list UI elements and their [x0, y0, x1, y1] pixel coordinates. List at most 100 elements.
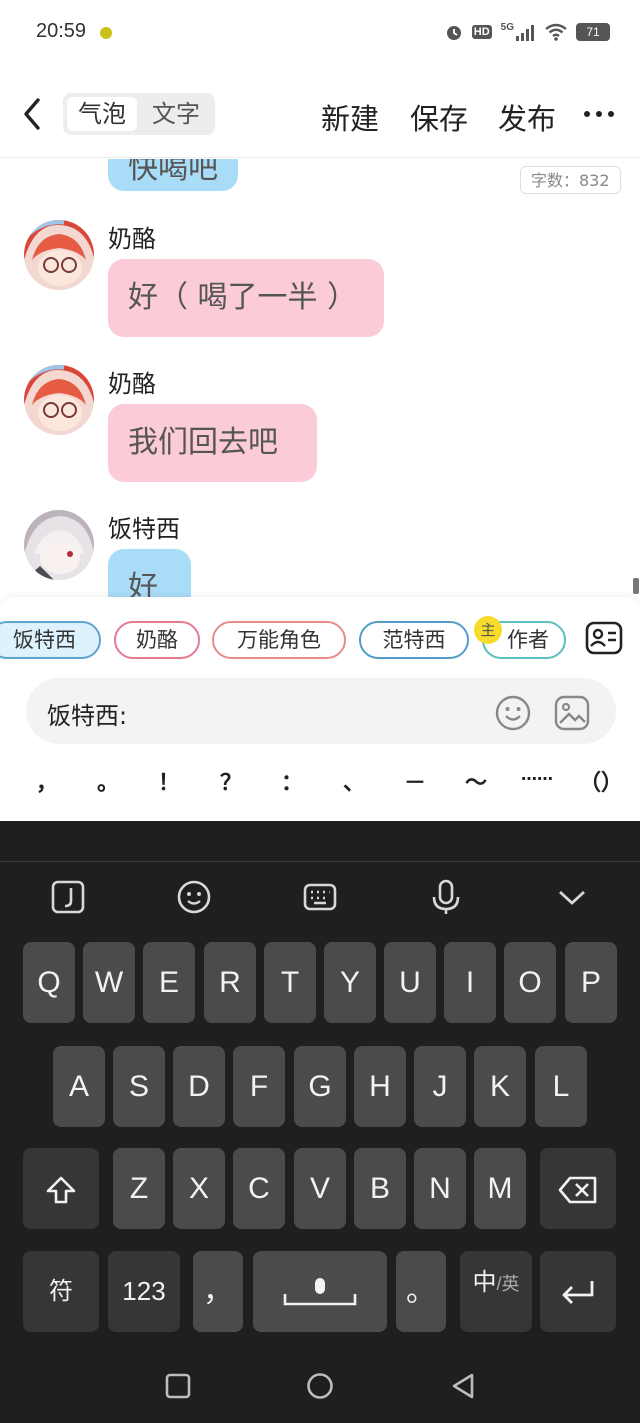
role-card-icon[interactable] — [585, 621, 623, 655]
status-icons: HD 5G 71 — [445, 22, 610, 41]
keyboard-layout-icon[interactable] — [302, 879, 338, 915]
key-d[interactable]: D — [173, 1046, 225, 1127]
punct-key[interactable]: ？ — [211, 765, 251, 797]
status-time: 20:59 — [36, 20, 87, 42]
key-p[interactable]: P — [565, 942, 617, 1023]
backspace-key[interactable] — [540, 1148, 616, 1229]
key-j[interactable]: J — [414, 1046, 466, 1127]
sender-name: 奶酪 — [108, 370, 156, 398]
key-w[interactable]: W — [83, 942, 135, 1023]
back-nav-icon[interactable] — [450, 1373, 476, 1399]
wifi-icon — [545, 23, 567, 41]
key-q[interactable]: Q — [23, 942, 75, 1023]
key-u[interactable]: U — [384, 942, 436, 1023]
notification-dot-icon — [100, 27, 112, 39]
chat-area[interactable]: 快喝吧 字数：832 奶酪 好（ 喝了一半 ） 奶酪 我们回去吧 饭特西 好 — [0, 159, 640, 597]
enter-icon — [562, 1281, 594, 1305]
period-key[interactable]: 。 — [396, 1251, 446, 1332]
punct-key[interactable]: （） — [579, 765, 623, 797]
symbols-key[interactable]: 符 — [23, 1251, 99, 1332]
punct-key[interactable]: …… — [517, 765, 557, 784]
message-bubble-partial[interactable]: 快喝吧 — [108, 159, 238, 191]
key-s[interactable]: S — [113, 1046, 165, 1127]
backspace-icon — [558, 1176, 597, 1204]
punct-key[interactable]: ： — [272, 765, 312, 797]
new-button[interactable]: 新建 — [321, 96, 379, 138]
space-key[interactable] — [253, 1251, 387, 1332]
input-panel: 饭特西 奶酪 万能角色 范特西 作者 饭特西: ， 。 ！ ？ ： 、 － ～ … — [0, 597, 640, 821]
avatar-naila[interactable] — [24, 220, 94, 290]
key-r[interactable]: R — [204, 942, 256, 1023]
message-input[interactable]: 饭特西: — [26, 678, 616, 744]
speaker-label: 饭特西: — [47, 702, 128, 730]
role-chip-fantexi-2[interactable]: 范特西 — [359, 621, 469, 659]
keyboard-emoji-icon[interactable] — [176, 879, 212, 915]
image-icon[interactable] — [554, 695, 590, 731]
mode-bubble-tab[interactable]: 气泡 — [67, 97, 137, 131]
comma-key[interactable]: ， — [193, 1251, 243, 1332]
punct-key[interactable]: ， — [27, 765, 67, 797]
publish-button[interactable]: 发布 — [498, 96, 556, 138]
shift-icon — [46, 1176, 76, 1204]
avatar-image-icon — [24, 510, 94, 580]
message-bubble[interactable]: 好 — [108, 549, 191, 597]
key-l[interactable]: L — [535, 1046, 587, 1127]
punct-key[interactable]: 、 — [334, 765, 374, 797]
home-icon[interactable] — [306, 1372, 334, 1400]
signal-icon — [516, 25, 534, 41]
key-t[interactable]: T — [264, 942, 316, 1023]
punct-key[interactable]: － — [395, 765, 435, 797]
key-e[interactable]: E — [143, 942, 195, 1023]
key-h[interactable]: H — [354, 1046, 406, 1127]
punct-key[interactable]: ！ — [149, 765, 189, 797]
sender-name: 饭特西 — [108, 515, 180, 543]
language-switch-key[interactable]: 中/英 — [460, 1251, 532, 1332]
punct-key[interactable]: ～ — [456, 765, 496, 797]
network-label: 5G — [501, 22, 536, 41]
role-chip-naila[interactable]: 奶酪 — [114, 621, 200, 659]
keyboard-voice-icon[interactable] — [428, 879, 464, 915]
recent-apps-icon[interactable] — [165, 1373, 191, 1399]
avatar-naila[interactable] — [24, 365, 94, 435]
key-n[interactable]: N — [414, 1148, 466, 1229]
key-f[interactable]: F — [233, 1046, 285, 1127]
chat-scrollbar[interactable] — [633, 578, 639, 594]
key-g[interactable]: G — [294, 1046, 346, 1127]
space-mic-icon — [283, 1278, 357, 1306]
message-bubble[interactable]: 我们回去吧 — [108, 404, 317, 482]
key-o[interactable]: O — [504, 942, 556, 1023]
key-i[interactable]: I — [444, 942, 496, 1023]
more-options-icon[interactable] — [584, 111, 614, 117]
word-count-badge: 字数：832 — [520, 166, 621, 194]
author-badge: 主 — [474, 616, 502, 644]
numbers-key[interactable]: 123 — [108, 1251, 180, 1332]
avatar-fantexi[interactable] — [24, 510, 94, 580]
key-v[interactable]: V — [294, 1148, 346, 1229]
hd-icon: HD — [471, 24, 492, 39]
key-y[interactable]: Y — [324, 942, 376, 1023]
mode-toggle: 气泡 文字 — [63, 93, 215, 135]
status-bar: 20:59 HD 5G 71 — [0, 0, 640, 68]
back-arrow-icon[interactable] — [18, 96, 48, 132]
role-chip-universal[interactable]: 万能角色 — [212, 621, 346, 659]
key-k[interactable]: K — [474, 1046, 526, 1127]
role-chip-fantexi[interactable]: 饭特西 — [0, 621, 101, 659]
key-c[interactable]: C — [233, 1148, 285, 1229]
keyboard-collapse-icon[interactable] — [554, 879, 590, 915]
punct-key[interactable]: 。 — [88, 765, 128, 797]
message-bubble[interactable]: 好（ 喝了一半 ） — [108, 259, 384, 337]
key-b[interactable]: B — [354, 1148, 406, 1229]
key-x[interactable]: X — [173, 1148, 225, 1229]
mode-text-tab[interactable]: 文字 — [141, 97, 211, 131]
emoji-icon[interactable] — [495, 695, 531, 731]
enter-key[interactable] — [540, 1251, 616, 1332]
punctuation-bar: ， 。 ！ ？ ： 、 － ～ …… （） — [0, 749, 640, 817]
keyboard-clipboard-icon[interactable] — [50, 879, 86, 915]
key-m[interactable]: M — [474, 1148, 526, 1229]
key-a[interactable]: A — [53, 1046, 105, 1127]
alarm-icon — [446, 25, 461, 40]
key-z[interactable]: Z — [113, 1148, 165, 1229]
shift-key[interactable] — [23, 1148, 99, 1229]
battery-icon: 71 — [576, 22, 610, 41]
save-button[interactable]: 保存 — [410, 96, 468, 138]
